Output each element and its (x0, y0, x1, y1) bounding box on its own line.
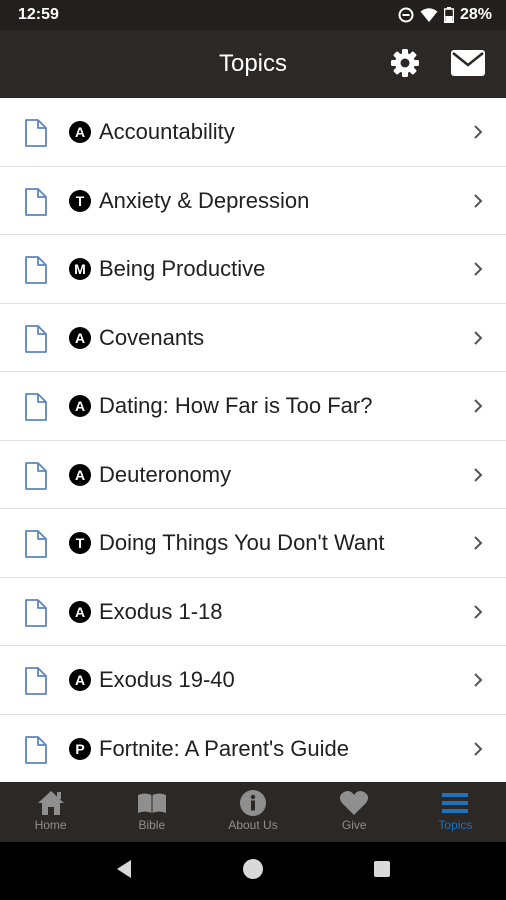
topic-badge: M (69, 258, 91, 280)
document-icon (23, 667, 49, 700)
mail-icon (450, 49, 486, 82)
bottom-nav: Home Bible About Us Give Topics (0, 782, 506, 842)
chevron-right-icon (472, 672, 484, 693)
tab-about-us[interactable]: About Us (202, 782, 303, 842)
system-nav-bar (0, 842, 506, 900)
topic-row[interactable]: A Accountability (0, 98, 506, 167)
tab-home-label: Home (34, 818, 67, 832)
document-icon (23, 461, 49, 495)
chevron-right-icon (472, 193, 484, 214)
topic-list: A Accountability T Anxiety & Depression … (0, 98, 506, 782)
bible-icon (136, 788, 168, 818)
topic-label: Anxiety & Depression (99, 187, 310, 213)
tab-give-label: Give (341, 818, 367, 832)
topic-row[interactable]: A Exodus 19-40 (0, 646, 506, 715)
topic-badge: T (69, 189, 91, 212)
back-triangle-icon (115, 859, 133, 884)
topic-badge: A (69, 600, 91, 623)
topic-label: Accountability (99, 119, 235, 144)
topic-row[interactable]: A Covenants (0, 303, 506, 372)
home-icon (36, 788, 66, 818)
topic-badge: A (69, 669, 91, 691)
topic-label: Exodus 1-18 (99, 598, 223, 624)
topic-label: Doing Things You Don't Want (99, 530, 385, 555)
wifi-icon (420, 7, 438, 23)
chevron-right-icon (472, 398, 484, 419)
info-icon (239, 788, 267, 818)
document-icon (23, 598, 49, 632)
document-icon (23, 256, 49, 289)
recents-square-icon (373, 860, 391, 883)
gear-icon (389, 47, 421, 84)
topic-row[interactable]: A Dating: How Far is Too Far? (0, 372, 506, 441)
tab-about-us-label: About Us (228, 818, 278, 832)
topic-badge: A (69, 395, 91, 417)
document-icon (23, 393, 49, 426)
tab-topics-label: Topics (438, 818, 473, 832)
document-icon (23, 119, 49, 152)
battery-icon (443, 7, 454, 23)
document-icon (23, 187, 49, 221)
tab-bible[interactable]: Bible (101, 782, 202, 842)
tab-give[interactable]: Give (304, 782, 405, 842)
status-bar: 12:59 28% (0, 0, 506, 30)
topic-badge: P (69, 737, 91, 760)
topic-label: Exodus 19-40 (99, 667, 235, 692)
heart-icon (339, 788, 369, 818)
menu-icon (441, 788, 469, 818)
chevron-right-icon (472, 604, 484, 625)
document-icon (23, 530, 49, 563)
topic-label: Deuteronomy (99, 461, 232, 487)
tab-home[interactable]: Home (0, 782, 101, 842)
topic-row[interactable]: T Anxiety & Depression (0, 166, 506, 235)
do-not-disturb-icon (398, 7, 414, 23)
topic-row[interactable]: M Being Productive (0, 235, 506, 304)
home-circle-icon (242, 858, 264, 885)
app-bar: Topics (0, 30, 506, 98)
recents-button[interactable] (362, 851, 402, 891)
back-button[interactable] (104, 851, 144, 891)
topic-badge: T (69, 532, 91, 554)
tab-topics[interactable]: Topics (405, 782, 506, 842)
chevron-right-icon (472, 261, 484, 282)
topic-row[interactable]: T Doing Things You Don't Want (0, 509, 506, 578)
home-system-button[interactable] (233, 851, 273, 891)
status-time: 12:59 (18, 6, 59, 23)
chevron-right-icon (472, 741, 484, 762)
topic-label: Being Productive (99, 256, 266, 281)
mail-button[interactable] (450, 47, 486, 83)
topic-badge: A (69, 463, 91, 486)
topic-badge: A (69, 121, 91, 143)
document-icon (23, 735, 49, 769)
topic-row[interactable]: A Exodus 1-18 (0, 577, 506, 646)
chevron-right-icon (472, 330, 484, 351)
topic-label: Covenants (99, 324, 205, 350)
topic-row[interactable]: A Deuteronomy (0, 440, 506, 509)
page-title: Topics (218, 50, 288, 77)
status-icons: 28% (398, 6, 492, 24)
chevron-right-icon (472, 535, 484, 556)
topic-badge: A (69, 326, 91, 349)
chevron-right-icon (472, 124, 484, 145)
battery-percent: 28% (459, 6, 492, 23)
topic-label: Fortnite: A Parent's Guide (99, 735, 350, 761)
topic-row[interactable]: P Fortnite: A Parent's Guide (0, 714, 506, 782)
tab-bible-label: Bible (138, 818, 166, 832)
document-icon (23, 324, 49, 358)
topic-label: Dating: How Far is Too Far? (99, 393, 373, 418)
settings-button[interactable] (387, 47, 423, 83)
chevron-right-icon (472, 467, 484, 488)
